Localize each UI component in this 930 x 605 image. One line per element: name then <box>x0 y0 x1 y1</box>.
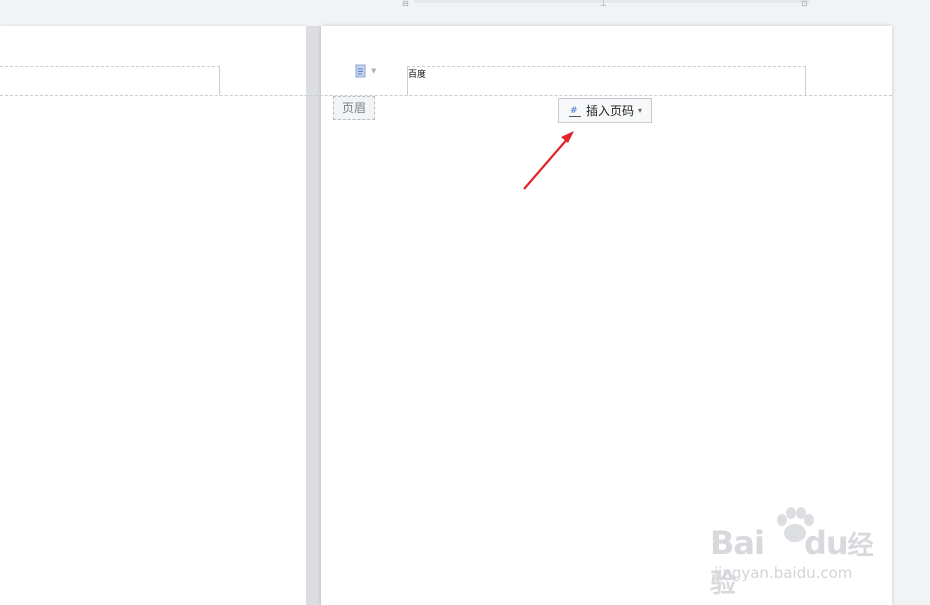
watermark-url: jingyan.baidu.com <box>714 564 853 582</box>
baidu-watermark: Bai du经验 jingyan.baidu.com <box>710 506 890 599</box>
watermark-main-text: Bai du经验 <box>710 524 874 599</box>
